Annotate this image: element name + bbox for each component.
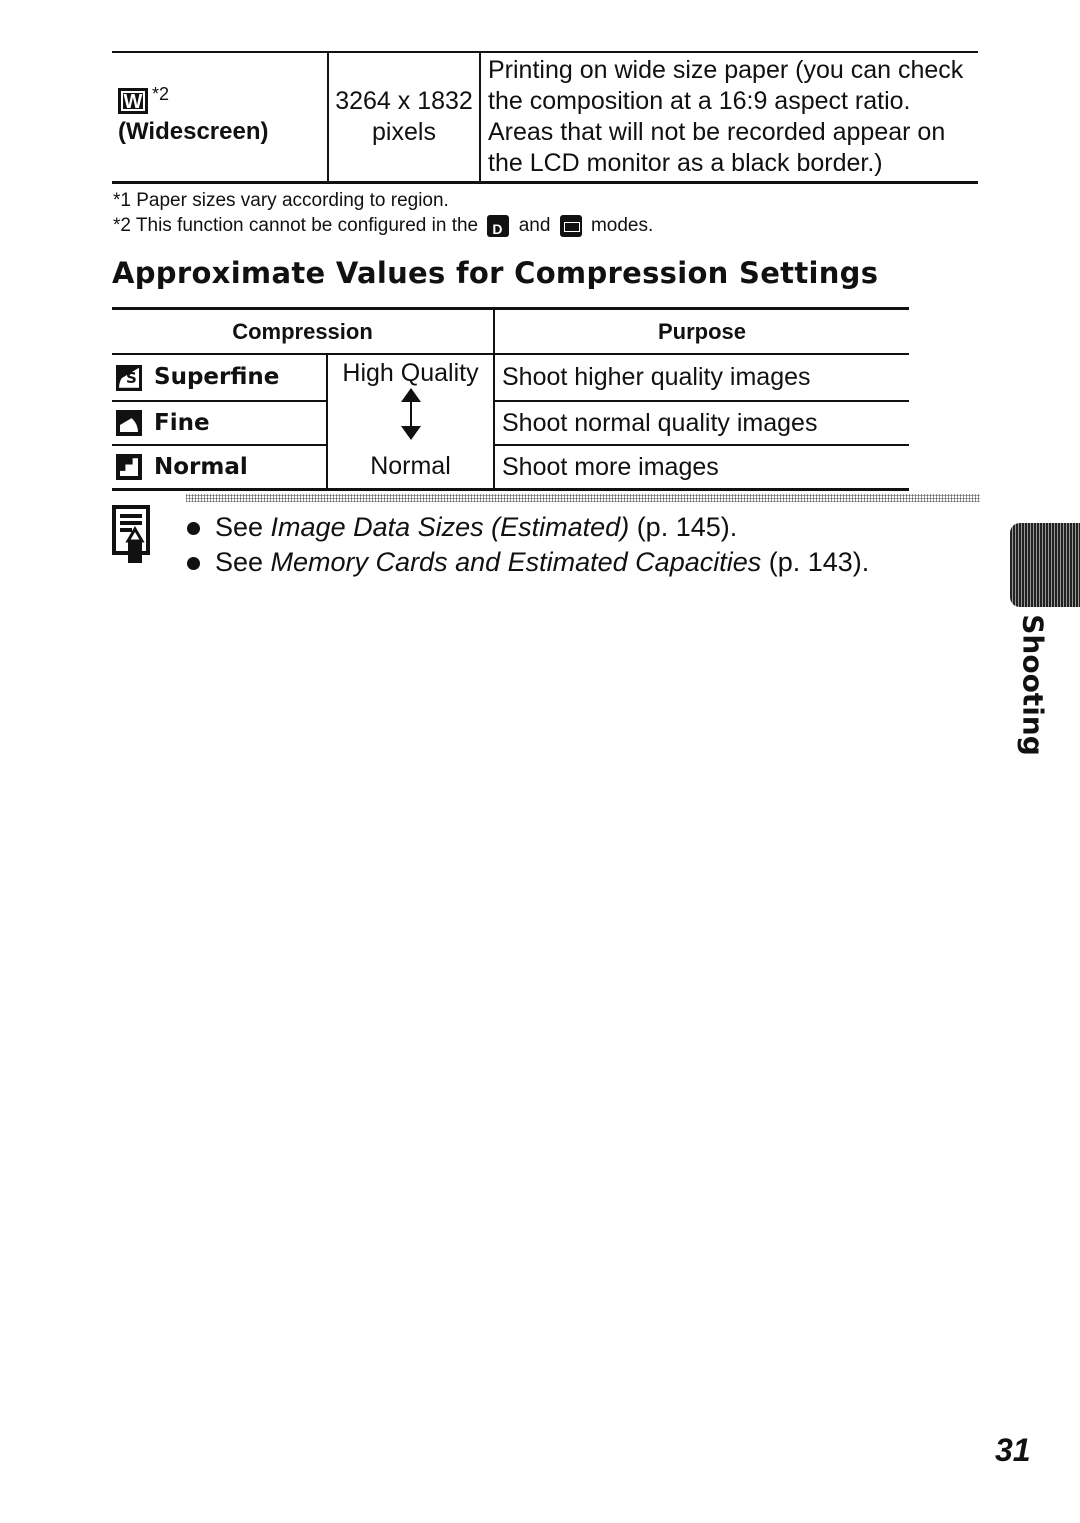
memo-list: See Image Data Sizes (Estimated) (p. 145… bbox=[183, 510, 869, 580]
normal-icon bbox=[116, 454, 142, 481]
size-label: (Widescreen) bbox=[118, 118, 269, 145]
table-row: Normal Normal Shoot more images bbox=[112, 445, 909, 491]
description-line: Printing on wide size paper (you can che… bbox=[488, 56, 964, 84]
digital-macro-mode-icon bbox=[487, 214, 510, 242]
widescreen-w-icon: W bbox=[118, 88, 148, 114]
purpose-text: Shoot more images bbox=[494, 445, 909, 491]
footnotes: *1 Paper sizes vary according to region.… bbox=[113, 188, 653, 242]
footnote-ref: *2 bbox=[152, 84, 170, 104]
resolution-unit: pixels bbox=[372, 118, 436, 146]
chapter-tab-marker bbox=[1010, 523, 1080, 607]
memo-icon bbox=[112, 505, 150, 563]
compression-name: Superfine bbox=[112, 354, 328, 402]
fine-icon bbox=[116, 410, 142, 437]
reference-title: Memory Cards and Estimated Capacities bbox=[270, 547, 762, 577]
image-size-table: W *2 (Widescreen) 3264 x 1832 pixels Prin… bbox=[112, 51, 978, 184]
footnote-2: *2 This function cannot be configured in… bbox=[113, 213, 653, 242]
header-compression: Compression bbox=[112, 307, 495, 355]
chapter-tab-label: Shooting bbox=[1016, 614, 1050, 756]
double-arrow-icon bbox=[401, 388, 421, 440]
table-row: Fine Shoot normal quality images bbox=[112, 401, 909, 446]
list-item: See Memory Cards and Estimated Capacitie… bbox=[183, 545, 869, 580]
description-line: the LCD monitor as a black border.) bbox=[488, 149, 883, 177]
description-line: the composition at a 16:9 aspect ratio. bbox=[488, 87, 911, 115]
header-purpose: Purpose bbox=[494, 307, 909, 355]
size-cell: W *2 (Widescreen) bbox=[112, 51, 329, 184]
footnote-1: *1 Paper sizes vary according to region. bbox=[113, 190, 449, 211]
quality-normal: Normal bbox=[327, 445, 495, 491]
compression-name: Normal bbox=[112, 445, 328, 491]
description-cell: Printing on wide size paper (you can che… bbox=[480, 51, 978, 184]
stitch-assist-mode-icon bbox=[559, 214, 582, 237]
table-row: Superfine High Quality Shoot higher qual… bbox=[112, 354, 909, 402]
purpose-text: Shoot normal quality images bbox=[494, 401, 909, 446]
reference-title: Image Data Sizes (Estimated) bbox=[270, 512, 630, 542]
table-header-row: Compression Purpose bbox=[112, 307, 909, 355]
compression-name: Fine bbox=[112, 401, 328, 446]
resolution-cell: 3264 x 1832 pixels bbox=[328, 51, 481, 184]
section-heading: Approximate Values for Compression Setti… bbox=[112, 256, 879, 290]
list-item: See Image Data Sizes (Estimated) (p. 145… bbox=[183, 510, 869, 545]
superfine-icon bbox=[116, 364, 142, 391]
dotted-separator bbox=[186, 494, 980, 502]
purpose-text: Shoot higher quality images bbox=[494, 354, 909, 402]
compression-table: Compression Purpose Superfine High Quali… bbox=[112, 307, 909, 491]
table-row: W *2 (Widescreen) 3264 x 1832 pixels Prin… bbox=[112, 51, 978, 184]
resolution-value: 3264 x 1832 bbox=[335, 87, 473, 115]
page-number: 31 bbox=[995, 1432, 1031, 1468]
description-line: Areas that will not be recorded appear o… bbox=[488, 118, 946, 146]
